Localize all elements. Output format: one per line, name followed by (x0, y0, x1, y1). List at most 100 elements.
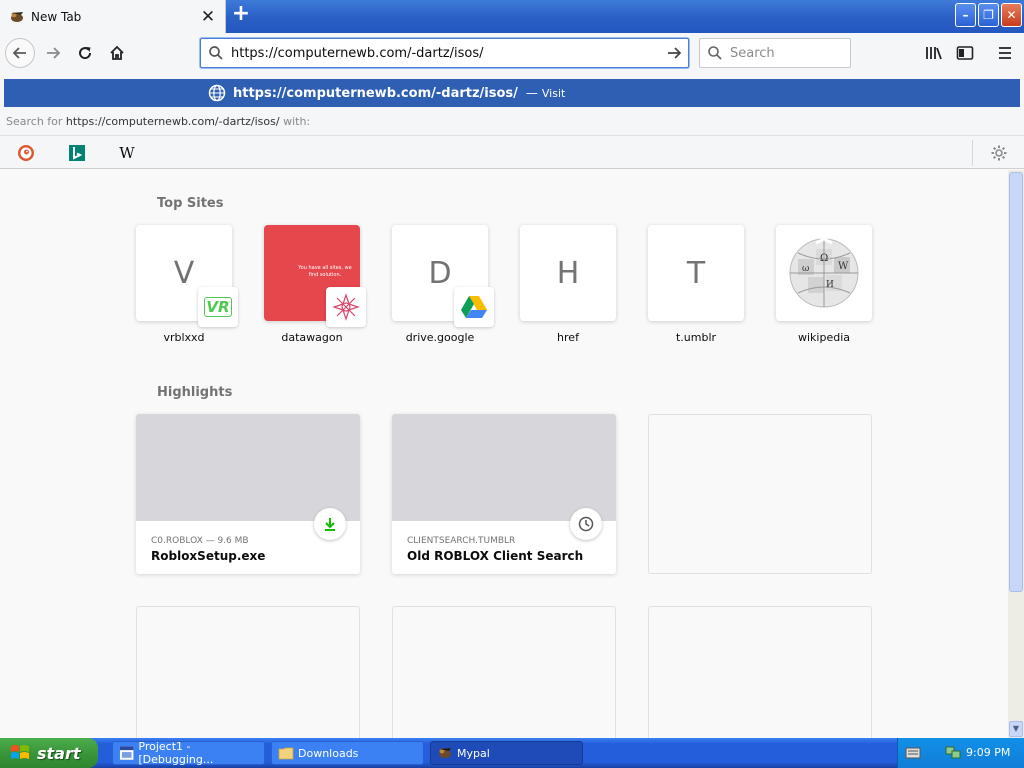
vb-project-icon (119, 746, 134, 760)
top-site-tile-vrblxxd[interactable]: V VR (136, 225, 238, 327)
close-window-button[interactable]: ✕ (1001, 3, 1022, 27)
search-for-prefix: Search for (6, 115, 63, 128)
vr-badge-text: VR (204, 297, 232, 317)
back-button[interactable] (5, 38, 35, 68)
top-site-tile-href[interactable]: H (520, 225, 616, 321)
taskbar-item-label: Project1 - [Debugging... (138, 740, 214, 766)
highlight-placeholder (648, 414, 872, 574)
forward-button[interactable] (38, 38, 68, 68)
highlight-placeholder (392, 606, 616, 738)
search-input[interactable] (730, 45, 850, 61)
mypal-icon (439, 748, 451, 758)
title-bar: New Tab ✕ + – ❐ ✕ (0, 0, 1024, 33)
taskbar-item-label: Downloads (298, 746, 359, 760)
start-label: start (37, 743, 81, 763)
restore-button[interactable]: ❐ (978, 3, 999, 27)
autocomplete-popup: https://computernewb.com/-dartz/isos/ — … (0, 75, 1024, 169)
wikipedia-globe-icon: Ω W ω И (789, 237, 859, 308)
vertical-scrollbar[interactable]: ▼ (1008, 170, 1024, 738)
search-for-suffix: with: (283, 115, 311, 128)
back-arrow-icon (12, 47, 26, 59)
sidebar-button[interactable] (950, 38, 980, 68)
svg-text:И: И (826, 280, 834, 290)
taskbar-item-project1[interactable]: Project1 - [Debugging... (112, 740, 265, 766)
search-for-query: https://computernewb.com/-dartz/isos/ (65, 115, 280, 128)
tile-letter: T (686, 255, 706, 291)
wikipedia-icon[interactable]: W (117, 143, 137, 163)
hamburger-menu-icon (999, 47, 1011, 59)
start-button[interactable]: start (0, 738, 98, 768)
new-tab-plus-icon[interactable]: + (230, 3, 252, 26)
vr-badge-icon: VR (198, 287, 238, 327)
screenshot-text: You have all sites, we find solution. (298, 265, 352, 278)
highlight-card-old-roblox[interactable]: CLIENTSEARCH.TUMBLR Old ROBLOX Client Se… (392, 414, 616, 574)
clock[interactable]: 9:09 PM (966, 746, 1010, 759)
top-site-tile-t-umblr[interactable]: T (648, 225, 744, 321)
tile-letter: D (428, 255, 452, 291)
search-for-label: Search for https://computernewb.com/-dar… (6, 115, 310, 128)
reload-button[interactable] (70, 38, 100, 68)
bing-icon[interactable] (67, 143, 87, 163)
top-sites-title: Top Sites (157, 196, 224, 211)
scroll-down-arrow-icon[interactable]: ▼ (1009, 721, 1023, 737)
tile-label: t.umblr (675, 331, 717, 344)
tab-title: New Tab (31, 9, 82, 24)
highlights-title: Highlights (157, 385, 233, 400)
taskbar-item-downloads[interactable]: Downloads (271, 741, 424, 765)
taskbar-item-mypal[interactable]: Mypal (430, 741, 583, 765)
tile-label: href (557, 331, 579, 344)
go-arrow-icon[interactable] (660, 45, 688, 61)
scrollbar-thumb[interactable] (1009, 172, 1023, 592)
top-site-tile-wikipedia[interactable]: Ω W ω И (776, 225, 872, 321)
tile-label: datawagon (281, 331, 343, 344)
svg-text:Ω: Ω (820, 253, 828, 264)
svg-text:W: W (838, 261, 849, 272)
library-icon (926, 47, 942, 60)
windows-logo-icon (11, 745, 29, 759)
tile-letter: V (173, 255, 195, 291)
card-title: RobloxSetup.exe (151, 549, 266, 563)
tile-label: vrblxxd (163, 331, 205, 344)
download-icon (314, 508, 346, 540)
url-bar[interactable] (200, 38, 689, 68)
tab-new-tab[interactable]: New Tab ✕ (0, 0, 226, 33)
card-preview (136, 414, 360, 521)
network-icon[interactable] (944, 745, 962, 761)
folder-icon (278, 747, 294, 760)
top-site-tile-datawagon[interactable]: You have all sites, we find solution. (264, 225, 366, 327)
one-off-search-engines: W (0, 135, 1024, 169)
globe-icon (208, 84, 226, 102)
clock-icon (570, 508, 602, 540)
mypal-icon (11, 11, 23, 22)
autocomplete-url: https://computernewb.com/-dartz/isos/ (233, 85, 518, 101)
search-settings-gear-icon[interactable] (989, 143, 1009, 163)
engine-separator (972, 140, 973, 166)
autocomplete-separator: — (525, 86, 538, 100)
tab-close-icon[interactable]: ✕ (196, 7, 220, 27)
home-button[interactable] (102, 38, 132, 68)
autocomplete-action: Visit (541, 86, 566, 100)
highlight-placeholder (136, 606, 360, 738)
menu-button[interactable] (990, 38, 1020, 68)
card-source: CLIENTSEARCH.TUMBLR (407, 536, 516, 546)
card-title: Old ROBLOX Client Search (407, 549, 584, 563)
duckduckgo-icon[interactable] (16, 143, 36, 163)
taskbar: start Project1 - [Debugging... Downloads… (0, 738, 1024, 768)
highlight-card-roblox-setup[interactable]: C0.ROBLOX — 9.6 MB RobloxSetup.exe (136, 414, 360, 574)
minimize-button[interactable]: – (955, 3, 976, 27)
nav-bar (0, 33, 1024, 75)
new-tab-page: Top Sites V VR vrblxxd You have all site… (0, 170, 1008, 738)
taskbar-item-label: Mypal (457, 746, 490, 760)
keyboard-icon[interactable] (905, 746, 921, 760)
google-drive-icon (454, 287, 494, 327)
top-site-tile-drive-google[interactable]: D (392, 225, 494, 327)
autocomplete-result-visit[interactable]: https://computernewb.com/-dartz/isos/ — … (4, 79, 1020, 107)
tile-label: wikipedia (797, 331, 850, 344)
datawagon-logo-icon (326, 287, 366, 327)
library-button[interactable] (919, 38, 949, 68)
search-bar[interactable] (699, 38, 851, 68)
card-preview (392, 414, 616, 521)
url-input[interactable] (231, 45, 660, 61)
highlight-placeholder (648, 606, 872, 738)
forward-arrow-icon (47, 47, 61, 59)
